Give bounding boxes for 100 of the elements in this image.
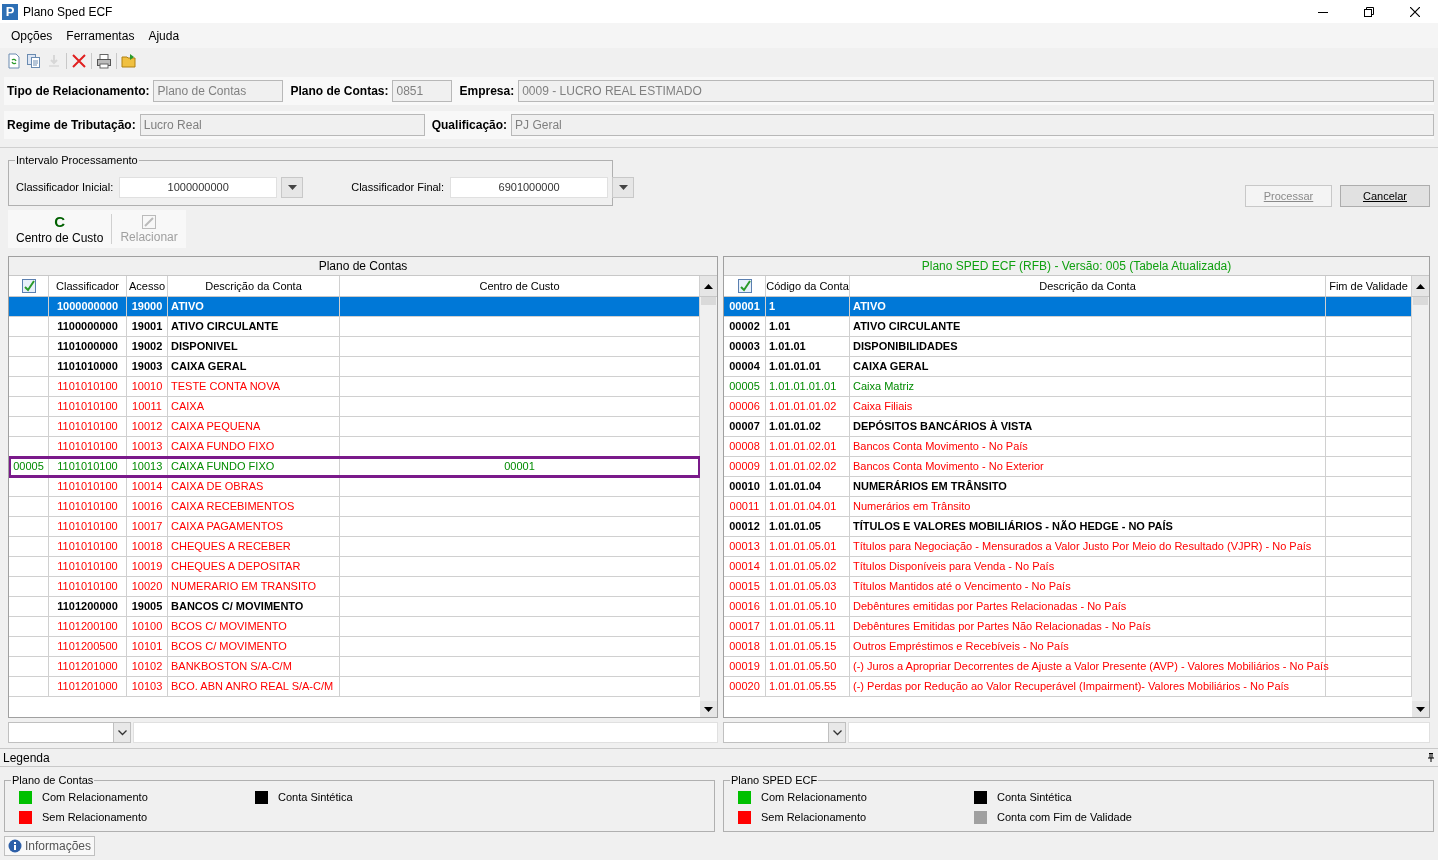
- table-row[interactable]: 00006 1.01.01.01.02 Caixa Filiais: [724, 397, 1412, 417]
- editing-row[interactable]: 00005 1101010100 10013 CAIXA FUNDO FIXO 00001: [9, 457, 700, 477]
- table-row[interactable]: 00009 1.01.01.02.02 Bancos Conta Movimento - No Exterior: [724, 457, 1412, 477]
- table-row[interactable]: 1101010100 10020 NUMERARIO EM TRANSITO: [9, 577, 700, 597]
- table-row[interactable]: 00020 1.01.01.05.55 (-) Perdas por Redução ao Valor Recuperável (Impairment)- Valores Mobiliários - No País: [724, 677, 1412, 697]
- menu-item[interactable]: Ajuda: [141, 27, 187, 44]
- panel-tab[interactable]: Informações: [4, 836, 96, 856]
- dropdown-button[interactable]: [612, 176, 635, 198]
- table-row[interactable]: 1101010100 10010 TESTE CONTA NOVA: [9, 377, 700, 397]
- folder-icon[interactable]: [121, 52, 137, 69]
- table-row[interactable]: 1100000000 19001 ATIVO CIRCULANTE: [9, 317, 700, 337]
- scroll-down-button[interactable]: [1412, 701, 1429, 717]
- table-cell: 00005: [724, 377, 766, 396]
- table-row[interactable]: 1101010100 10017 CAIXA PAGAMENTOS: [9, 517, 700, 537]
- table-row[interactable]: 1101201000 10103 BCO. ABN ANRO REAL S/A-C/M: [9, 677, 700, 697]
- restore-icon[interactable]: [1364, 6, 1374, 17]
- scroll-thumb[interactable]: [1413, 297, 1428, 305]
- table-row[interactable]: 00015 1.01.01.05.03 Títulos Mantidos até o Vencimento - No País: [724, 577, 1412, 597]
- table-cell: 00017: [724, 617, 766, 636]
- table-row[interactable]: 00002 1.01 ATIVO CIRCULANTE: [724, 317, 1412, 337]
- table-row[interactable]: 1101200500 10101 BCOS C/ MOVIMENTO: [9, 637, 700, 657]
- table-row[interactable]: 00014 1.01.01.05.02 Títulos Disponíveis para Venda - No País: [724, 557, 1412, 577]
- copy-icon[interactable]: [26, 52, 42, 69]
- column-header[interactable]: Código da Conta: [766, 276, 850, 296]
- legend-label: Sem Relacionamento: [761, 810, 867, 826]
- scroll-down-button[interactable]: [700, 701, 717, 717]
- table-cell: 00018: [724, 637, 766, 656]
- table-row[interactable]: 00007 1.01.01.02 DEPÓSITOS BANCÁRIOS À VISTA: [724, 417, 1412, 437]
- window-title: Plano Sped ECF: [23, 3, 113, 20]
- filter-field[interactable]: [133, 722, 718, 743]
- table-row[interactable]: 00004 1.01.01.01 CAIXA GERAL: [724, 357, 1412, 377]
- legend-label: Sem Relacionamento: [42, 810, 148, 826]
- table-row[interactable]: 00017 1.01.01.05.11 Debêntures Emitidas por Partes Não Relacionadas - No País: [724, 617, 1412, 637]
- menu-item[interactable]: Opções: [4, 27, 60, 44]
- refresh-document-icon[interactable]: [6, 52, 22, 69]
- table-row[interactable]: 00003 1.01.01 DISPONIBILIDADES: [724, 337, 1412, 357]
- table-row[interactable]: 1101000000 19002 DISPONIVEL: [9, 337, 700, 357]
- table-row[interactable]: 00011 1.01.01.04.01 Numerários em Trânsito: [724, 497, 1412, 517]
- table-cell: 1101200100: [49, 617, 127, 636]
- table-cell: 19005: [127, 597, 168, 616]
- table-cell: CAIXA: [168, 397, 340, 416]
- grid-title: Plano de Contas: [9, 257, 717, 276]
- close-icon[interactable]: [1410, 6, 1420, 17]
- table-row[interactable]: 1101010100 10011 CAIXA: [9, 397, 700, 417]
- column-header[interactable]: Descrição da Conta: [168, 276, 340, 296]
- table-cell: 1.01.01.02.01: [766, 437, 850, 456]
- table-row[interactable]: 00010 1.01.01.04 NUMERÁRIOS EM TRÂNSITO: [724, 477, 1412, 497]
- menu-item[interactable]: Ferramentas: [59, 27, 142, 44]
- table-row[interactable]: 00019 1.01.01.05.50 (-) Juros a Apropriar Decorrentes de Ajuste a Valor Presente (AVP) - Valores Mobiliários - No País: [724, 657, 1412, 677]
- action-button[interactable]: Cancelar: [1340, 185, 1430, 207]
- table-row[interactable]: 00018 1.01.01.05.15 Outros Empréstimos e Recebíveis - No País: [724, 637, 1412, 657]
- table-row[interactable]: 00001 1 ATIVO: [724, 297, 1412, 317]
- delete-icon[interactable]: [71, 52, 87, 69]
- checklist-icon[interactable]: [19, 278, 38, 294]
- table-row[interactable]: 00005 1.01.01.01.01 Caixa Matriz: [724, 377, 1412, 397]
- column-header[interactable]: Descrição da Conta: [850, 276, 1326, 296]
- scroll-thumb[interactable]: [701, 297, 716, 305]
- table-cell: 00008: [724, 437, 766, 456]
- table-cell: 00002: [724, 317, 766, 336]
- table-cell: CHEQUES A RECEBER: [168, 537, 340, 556]
- scroll-up-button[interactable]: [700, 276, 717, 296]
- table-row[interactable]: 1101200000 19005 BANCOS C/ MOVIMENTO: [9, 597, 700, 617]
- table-row[interactable]: 1101201000 10102 BANKBOSTON S/A-C/M: [9, 657, 700, 677]
- column-header[interactable]: Classificador: [49, 276, 127, 296]
- input-field[interactable]: 6901000000: [450, 176, 609, 198]
- column-header[interactable]: Acesso: [127, 276, 168, 296]
- table-cell: CAIXA PAGAMENTOS: [168, 517, 340, 536]
- table-row[interactable]: 00012 1.01.01.05 TÍTULOS E VALORES MOBILIÁRIOS - NÃO HEDGE - NO PAÍS: [724, 517, 1412, 537]
- table-row[interactable]: 00016 1.01.01.05.10 Debêntures emitidas por Partes Relacionadas - No País: [724, 597, 1412, 617]
- table-row[interactable]: 1101010100 10014 CAIXA DE OBRAS: [9, 477, 700, 497]
- table-cell: DISPONIVEL: [168, 337, 340, 356]
- table-row[interactable]: 1101010100 10018 CHEQUES A RECEBER: [9, 537, 700, 557]
- table-row[interactable]: 1101010100 10013 CAIXA FUNDO FIXO: [9, 437, 700, 457]
- table-row[interactable]: 1101010100 10019 CHEQUES A DEPOSITAR: [9, 557, 700, 577]
- table-cell: ATIVO: [168, 297, 340, 316]
- table-cell: 10014: [127, 477, 168, 496]
- table-row[interactable]: 00013 1.01.01.05.01 Títulos para Negociação - Mensurados a Valor Justo Por Meio do Resultado (VJPR) - No País: [724, 537, 1412, 557]
- table-row[interactable]: 00008 1.01.01.02.01 Bancos Conta Movimento - No País: [724, 437, 1412, 457]
- dropdown-button[interactable]: [281, 176, 304, 198]
- filter-field[interactable]: [848, 722, 1430, 743]
- table-row[interactable]: 1101010000 19003 CAIXA GERAL: [9, 357, 700, 377]
- table-row[interactable]: 1101010100 10016 CAIXA RECEBIMENTOS: [9, 497, 700, 517]
- checklist-icon[interactable]: [735, 278, 754, 294]
- scrollbar[interactable]: [700, 297, 717, 717]
- printer-icon[interactable]: [96, 52, 112, 69]
- table-cell: 1101010100: [49, 377, 127, 396]
- info-icon: [8, 839, 22, 853]
- table-row[interactable]: 1101200100 10100 BCOS C/ MOVIMENTO: [9, 617, 700, 637]
- table-cell: 1101200500: [49, 637, 127, 656]
- tool-button[interactable]: C Centro de Custo: [8, 210, 112, 248]
- table-cell: 1101010100: [49, 457, 127, 476]
- table-row[interactable]: 1101010100 10012 CAIXA PEQUENA: [9, 417, 700, 437]
- table-cell: 00001: [724, 297, 766, 316]
- scrollbar[interactable]: [1412, 297, 1429, 717]
- scroll-up-button[interactable]: [1412, 276, 1429, 296]
- pin-icon[interactable]: [1427, 753, 1435, 762]
- table-cell: 10016: [127, 497, 168, 516]
- table-cell: 19002: [127, 337, 168, 356]
- table-row[interactable]: 1000000000 19000 ATIVO: [9, 297, 700, 317]
- input-field[interactable]: 1000000000: [119, 176, 278, 198]
